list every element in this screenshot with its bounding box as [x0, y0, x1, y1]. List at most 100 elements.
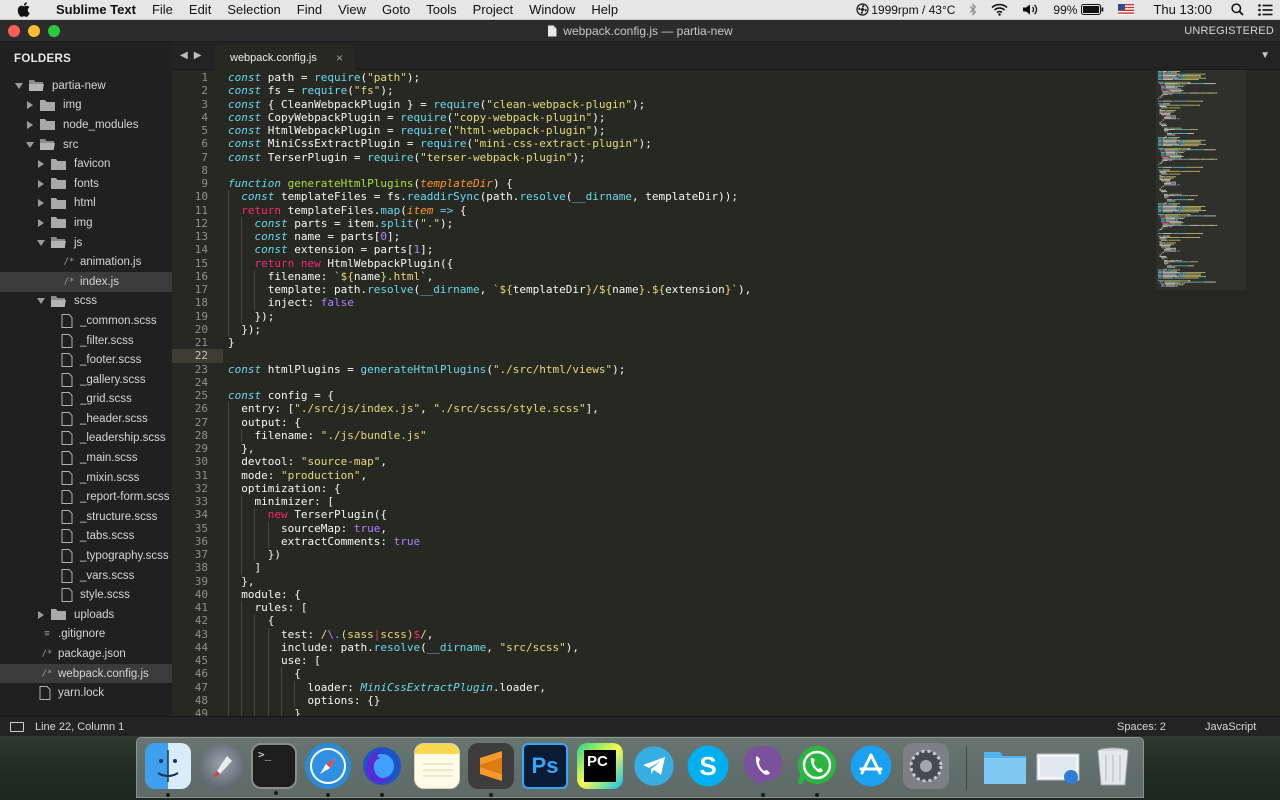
file-item[interactable]: _header.scss [0, 409, 172, 429]
code-line[interactable]: ] [228, 561, 1150, 574]
menu-tools[interactable]: Tools [418, 2, 464, 17]
file-item[interactable]: ≡ .gitignore [0, 625, 172, 645]
code-line[interactable]: optimization: { [228, 482, 1150, 495]
folder-item[interactable]: favicon [0, 154, 172, 174]
menu-selection[interactable]: Selection [219, 2, 288, 17]
code-line[interactable]: const templateFiles = fs.readdirSync(pat… [228, 190, 1150, 203]
code-line[interactable]: const htmlPlugins = generateHtmlPlugins(… [228, 363, 1150, 376]
folder-item[interactable]: img [0, 96, 172, 116]
code-line[interactable]: const CopyWebpackPlugin = require("copy-… [228, 111, 1150, 124]
code-line[interactable]: const HtmlWebpackPlugin = require("html-… [228, 124, 1150, 137]
file-item[interactable]: _footer.scss [0, 350, 172, 370]
bluetooth-icon[interactable] [969, 3, 977, 16]
launchpad-icon[interactable] [199, 743, 245, 789]
code-line[interactable]: extractComments: true [228, 535, 1150, 548]
app-store-icon[interactable] [848, 743, 894, 789]
folder-item[interactable]: uploads [0, 605, 172, 625]
file-item[interactable]: /* webpack.config.js [0, 663, 172, 684]
notification-center-icon[interactable] [1258, 3, 1273, 16]
tab-menu-chevron-down-icon[interactable]: ▼ [1260, 50, 1270, 61]
code-line[interactable]: template: path.resolve(__dirname, `${tem… [228, 283, 1150, 296]
tab-close-icon[interactable]: × [336, 51, 343, 65]
tab-prev-arrow-icon[interactable]: ◀ [180, 50, 194, 61]
code-line[interactable]: }) [228, 548, 1150, 561]
minimap[interactable] [1156, 70, 1246, 290]
file-item[interactable]: style.scss [0, 585, 172, 605]
folder-item[interactable]: js [0, 233, 172, 253]
battery-status[interactable]: 99% [1053, 3, 1104, 17]
code-line[interactable]: }); [228, 323, 1150, 336]
menu-edit[interactable]: Edit [181, 2, 219, 17]
menu-goto[interactable]: Goto [374, 2, 418, 17]
code-line[interactable]: return templateFiles.map(item => { [228, 204, 1150, 217]
syntax-selector[interactable]: JavaScript [1205, 721, 1256, 733]
code-line[interactable]: loader: MiniCssExtractPlugin.loader, [228, 681, 1150, 694]
code-line[interactable]: const MiniCssExtractPlugin = require("mi… [228, 137, 1150, 150]
tab-next-arrow-icon[interactable]: ▶ [194, 50, 208, 61]
folder-item[interactable]: partia-new [0, 76, 172, 96]
document-icon[interactable] [547, 25, 557, 40]
code-line[interactable]: { [228, 667, 1150, 680]
indentation-setting[interactable]: Spaces: 2 [1117, 721, 1166, 733]
minimap-viewport[interactable] [1156, 70, 1246, 290]
fan-status[interactable]: 1999rpm / 43°C [856, 3, 955, 17]
trash-icon[interactable] [1090, 743, 1136, 789]
sublime-icon[interactable] [468, 743, 514, 797]
folder-item[interactable]: fonts [0, 174, 172, 194]
code-line[interactable]: }, [228, 575, 1150, 588]
menu-find[interactable]: Find [289, 2, 330, 17]
chevron-right-icon[interactable] [25, 120, 35, 129]
file-item[interactable]: /* index.js [0, 271, 172, 292]
tab-webpack-config[interactable]: webpack.config.js × [215, 44, 355, 71]
code-line[interactable]: } [228, 707, 1150, 716]
chevron-down-icon[interactable] [25, 141, 35, 148]
code-line[interactable]: const parts = item.split("."); [228, 217, 1150, 230]
file-item[interactable]: _mixin.scss [0, 468, 172, 488]
file-item[interactable]: yarn.lock [0, 683, 172, 703]
code-line[interactable]: const name = parts[0]; [228, 230, 1150, 243]
code-line[interactable]: devtool: "source-map", [228, 455, 1150, 468]
code-line[interactable]: inject: false [228, 296, 1150, 309]
file-item[interactable]: _typography.scss [0, 546, 172, 566]
code-line[interactable]: options: {} [228, 694, 1150, 707]
code-line[interactable]: const config = { [228, 389, 1150, 402]
system-preferences-icon[interactable] [903, 743, 949, 789]
code-line[interactable]: function generateHtmlPlugins(templateDir… [228, 177, 1150, 190]
code-line[interactable]: filename: `${name}.html`, [228, 270, 1150, 283]
chevron-right-icon[interactable] [36, 199, 46, 208]
file-item[interactable]: _structure.scss [0, 507, 172, 527]
file-item[interactable]: _vars.scss [0, 566, 172, 586]
pycharm-icon[interactable]: PC [577, 743, 623, 789]
file-item[interactable]: _grid.scss [0, 390, 172, 410]
code-line[interactable] [228, 164, 1150, 177]
folder-item[interactable]: scss [0, 292, 172, 312]
finder-icon[interactable] [145, 743, 191, 797]
code-line[interactable] [228, 349, 1150, 362]
file-item[interactable]: _common.scss [0, 311, 172, 331]
folder-item[interactable]: html [0, 194, 172, 214]
code-line[interactable]: const path = require("path"); [228, 71, 1150, 84]
wifi-icon[interactable] [991, 3, 1008, 16]
chevron-right-icon[interactable] [36, 610, 46, 619]
firefox-icon[interactable] [359, 743, 405, 797]
volume-icon[interactable] [1022, 3, 1039, 16]
chevron-right-icon[interactable] [36, 160, 46, 169]
chevron-down-icon[interactable] [36, 239, 46, 246]
skype-icon[interactable]: S [685, 743, 731, 789]
code-line[interactable]: const extension = parts[1]; [228, 243, 1150, 256]
whatsapp-icon[interactable] [794, 743, 840, 797]
code-line[interactable]: module: { [228, 588, 1150, 601]
spotlight-search-icon[interactable] [1231, 3, 1244, 16]
apple-icon[interactable] [14, 2, 32, 18]
code-line[interactable]: }); [228, 310, 1150, 323]
code-line[interactable]: use: [ [228, 654, 1150, 667]
telegram-icon[interactable] [631, 743, 677, 789]
code-line[interactable]: const fs = require("fs"); [228, 84, 1150, 97]
preview-icon[interactable] [1035, 743, 1081, 789]
code-line[interactable]: const TerserPlugin = require("terser-web… [228, 151, 1150, 164]
menu-file[interactable]: File [144, 2, 181, 17]
code-line[interactable]: const { CleanWebpackPlugin } = require("… [228, 98, 1150, 111]
code-line[interactable]: mode: "production", [228, 469, 1150, 482]
code-line[interactable]: sourceMap: true, [228, 522, 1150, 535]
downloads-folder-icon[interactable] [982, 743, 1028, 789]
